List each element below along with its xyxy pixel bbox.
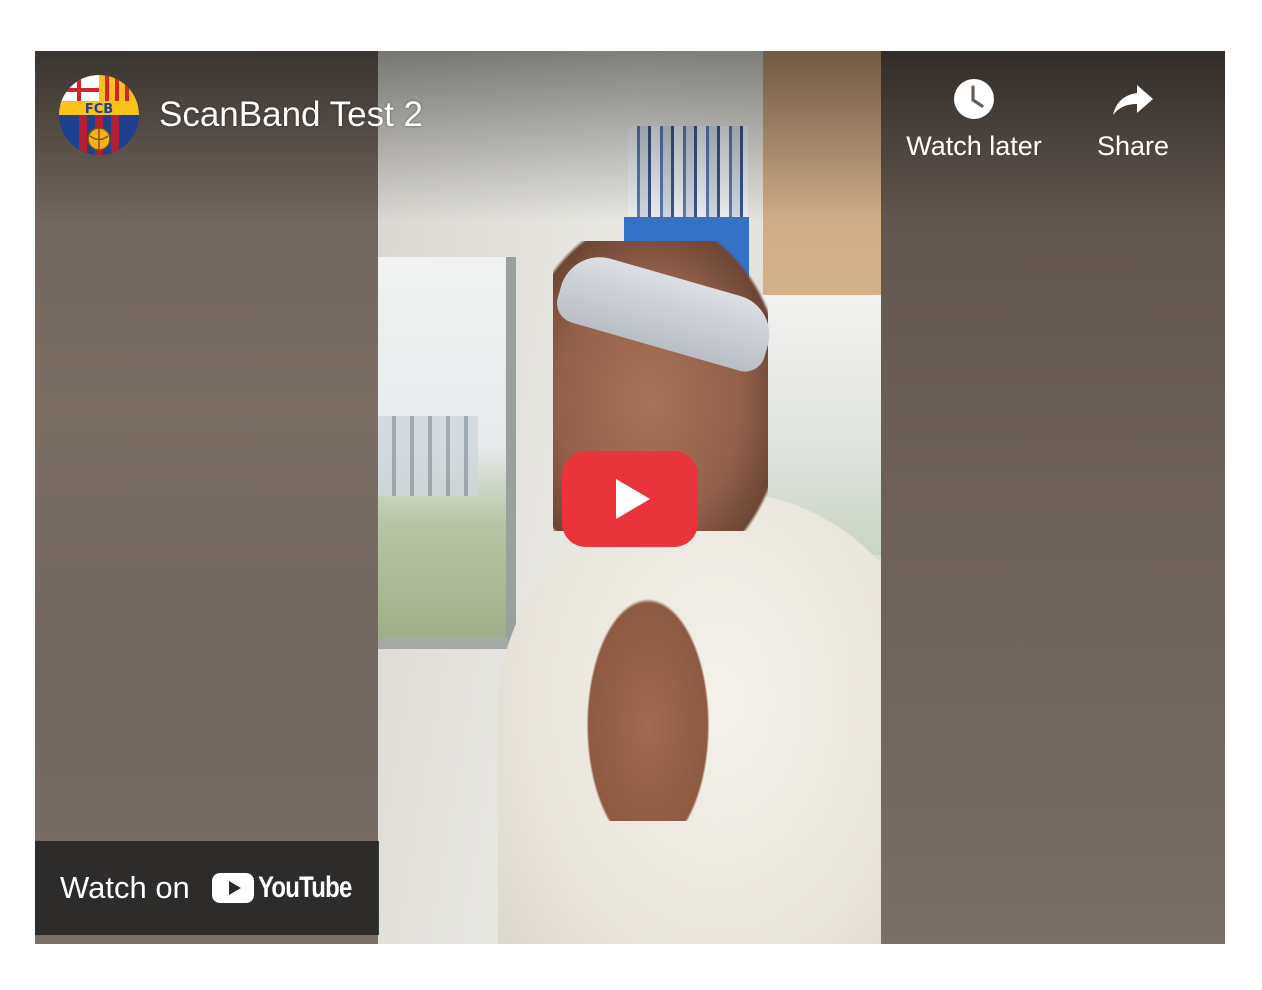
watch-later-button[interactable]: Watch later <box>901 77 1047 163</box>
fcb-crest-icon: FCB <box>59 75 139 155</box>
youtube-logo: YouTube <box>211 871 375 905</box>
share-label: Share <box>1096 131 1170 161</box>
play-button[interactable] <box>562 451 698 547</box>
share-arrow-icon <box>1113 85 1153 115</box>
video-title[interactable]: ScanBand Test 2 <box>159 95 423 135</box>
clock-icon <box>954 79 994 119</box>
channel-avatar[interactable]: FCB <box>59 75 139 155</box>
share-button[interactable]: Share <box>1085 77 1181 163</box>
youtube-logo-icon <box>211 873 254 903</box>
play-icon <box>562 451 698 547</box>
watch-on-youtube-button[interactable]: Watch on YouTube <box>35 841 379 935</box>
youtube-wordmark: YouTube <box>257 871 352 904</box>
watch-on-label: Watch on <box>60 870 190 905</box>
watch-later-label: Watch later <box>906 131 1042 161</box>
svg-text:FCB: FCB <box>85 102 113 117</box>
person-hand <box>578 581 718 821</box>
video-player[interactable]: FCB ScanBand Test 2 Watch later Share Wa… <box>35 51 1225 944</box>
building-outside <box>378 416 478 496</box>
